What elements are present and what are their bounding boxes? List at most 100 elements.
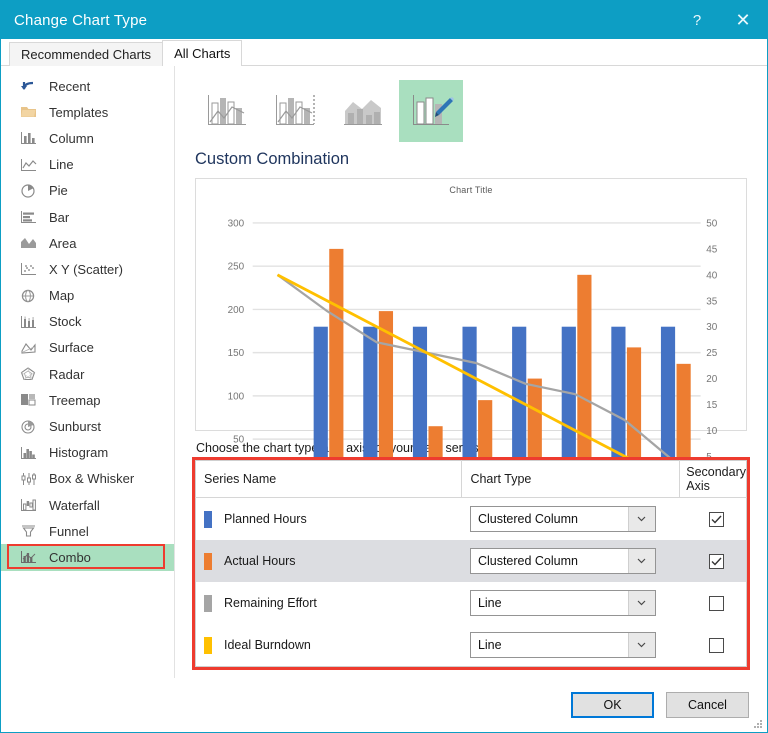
sidebar-item-column[interactable]: Column [1,125,174,151]
sidebar-item-histogram[interactable]: Histogram [1,440,174,466]
sidebar-item-label: Box & Whisker [49,471,134,486]
chart-type-cell: Clustered Column [462,498,680,541]
svg-text:45: 45 [706,244,718,255]
sidebar-item-funnel[interactable]: Funnel [1,518,174,544]
sidebar-item-stock[interactable]: Stock [1,309,174,335]
cancel-button[interactable]: Cancel [666,692,749,718]
tab-recommended-charts[interactable]: Recommended Charts [9,42,163,66]
svg-text:35: 35 [706,296,718,307]
sidebar-item-sunburst[interactable]: Sunburst [1,413,174,439]
series-color-swatch [204,595,212,612]
chart-category-sidebar: Recent Templates Column Line [1,66,175,678]
sidebar-item-treemap[interactable]: Treemap [1,387,174,413]
radar-chart-icon [19,366,38,383]
chart-preview-pane: Custom Combination Chart Title [175,66,767,678]
thumbnail-clustered-column-line-secondary-axis[interactable] [263,80,327,142]
series-name-label: Remaining Effort [224,596,317,610]
sidebar-item-bar[interactable]: Bar [1,204,174,230]
svg-text:200: 200 [228,305,245,316]
sidebar-item-label: Column [49,131,94,146]
secondary-axis-cell [680,540,747,582]
sidebar-item-waterfall[interactable]: Waterfall [1,492,174,518]
chart-type-dropdown-remaining-effort[interactable]: Line [470,590,656,616]
secondary-axis-checkbox-actual-hours[interactable] [709,554,724,569]
chart-type-value: Line [471,596,628,610]
svg-text:40: 40 [706,270,718,281]
close-icon[interactable]: ✕ [719,1,767,39]
waterfall-chart-icon [19,497,38,514]
tab-strip: Recommended Charts All Charts [1,39,767,66]
preview-heading: Custom Combination [195,150,749,169]
thumbnail-custom-combination[interactable] [399,80,463,142]
chart-type-value: Clustered Column [471,554,628,568]
folder-icon [19,104,38,121]
sidebar-item-recent[interactable]: Recent [1,73,174,99]
sidebar-item-label: Stock [49,314,82,329]
series-color-swatch [204,637,212,654]
sidebar-item-label: Sunburst [49,419,101,434]
series-name-cell: Actual Hours [196,540,462,582]
tab-all-charts[interactable]: All Charts [162,40,242,66]
sidebar-item-xy-scatter[interactable]: X Y (Scatter) [1,256,174,282]
sidebar-item-label: Area [49,236,76,251]
sidebar-item-surface[interactable]: Surface [1,335,174,361]
chevron-down-icon[interactable] [628,633,655,657]
sidebar-item-label: Funnel [49,524,89,539]
chevron-down-icon[interactable] [628,507,655,531]
series-color-swatch [204,511,212,528]
thumbnail-stacked-area-clustered-column[interactable] [331,80,395,142]
chart-type-dropdown-actual-hours[interactable]: Clustered Column [470,548,656,574]
recent-undo-icon [19,78,38,95]
svg-text:250: 250 [228,262,245,273]
secondary-axis-checkbox-ideal-burndown[interactable] [709,638,724,653]
sidebar-item-templates[interactable]: Templates [1,99,174,125]
treemap-chart-icon [19,392,38,409]
chart-type-dropdown-planned-hours[interactable]: Clustered Column [470,506,656,532]
dialog-footer: OK Cancel [1,678,767,732]
chevron-down-icon[interactable] [628,549,655,573]
combo-chart-icon [19,549,38,566]
change-chart-type-dialog: Change Chart Type ? ✕ Recommended Charts… [0,0,768,733]
svg-text:300: 300 [228,218,245,229]
series-color-swatch [204,553,212,570]
svg-text:25: 25 [706,348,718,359]
dialog-body: Recent Templates Column Line [1,66,767,678]
help-icon[interactable]: ? [675,1,719,39]
sidebar-item-combo[interactable]: Combo [1,544,174,570]
chart-type-cell: Clustered Column [462,540,680,582]
secondary-axis-cell [680,498,747,541]
sidebar-item-label: Surface [49,340,94,355]
resize-grip-icon[interactable] [751,717,763,729]
sidebar-item-label: Pie [49,183,68,198]
chart-type-dropdown-ideal-burndown[interactable]: Line [470,632,656,658]
column-header-chart-type: Chart Type [462,461,680,498]
sidebar-item-pie[interactable]: Pie [1,178,174,204]
sidebar-item-label: Line [49,157,74,172]
table-row: Remaining Effort Line [196,582,747,624]
sidebar-item-box-whisker[interactable]: Box & Whisker [1,466,174,492]
pie-chart-icon [19,182,38,199]
scatter-chart-icon [19,261,38,278]
chart-type-cell: Line [462,624,680,667]
chevron-down-icon[interactable] [628,591,655,615]
sidebar-item-radar[interactable]: Radar [1,361,174,387]
series-name-label: Actual Hours [224,554,296,568]
column-chart-icon [19,130,38,147]
sidebar-item-label: Histogram [49,445,108,460]
secondary-axis-checkbox-planned-hours[interactable] [709,512,724,527]
svg-text:50: 50 [233,435,245,446]
ok-button[interactable]: OK [571,692,654,718]
surface-chart-icon [19,339,38,356]
sidebar-item-label: Recent [49,79,90,94]
thumbnail-clustered-column-line[interactable] [195,80,259,142]
svg-text:50: 50 [706,218,718,229]
series-name-cell: Ideal Burndown [196,624,462,667]
table-header-row: Series Name Chart Type Secondary Axis [196,461,747,498]
svg-text:15: 15 [706,400,718,411]
sidebar-item-line[interactable]: Line [1,152,174,178]
sidebar-item-area[interactable]: Area [1,230,174,256]
chart-preview: Chart Title 300 250 [195,178,747,431]
secondary-axis-checkbox-remaining-effort[interactable] [709,596,724,611]
sidebar-item-label: Combo [49,550,91,565]
sidebar-item-map[interactable]: Map [1,283,174,309]
